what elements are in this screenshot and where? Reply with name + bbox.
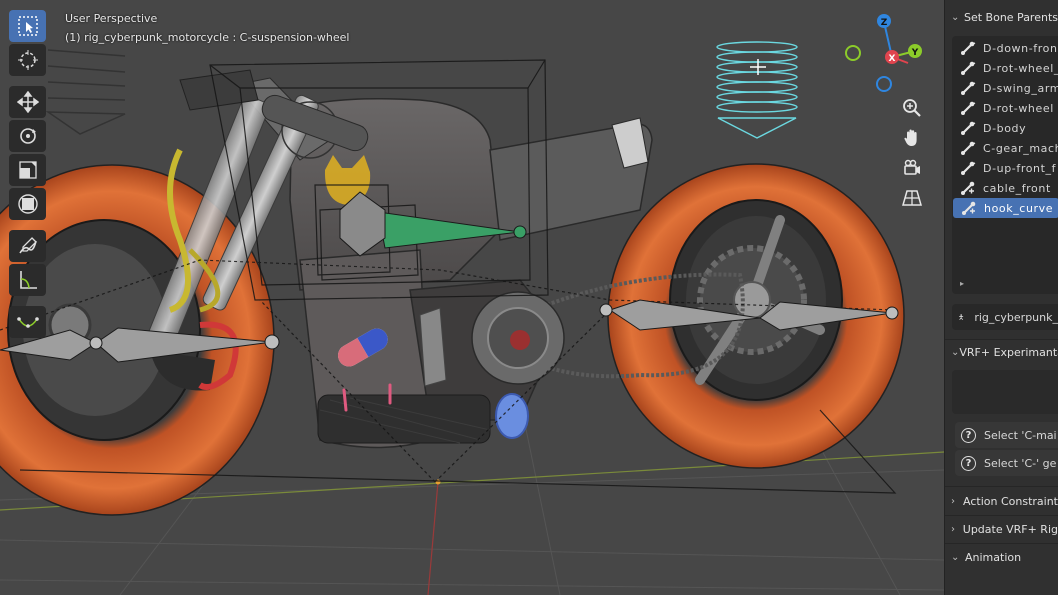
bone-list[interactable]: D-down-fron D-rot-wheel_ D-swing_arm D-rot-… xyxy=(952,36,1058,294)
gizmo-z-label: Z xyxy=(881,18,888,28)
action-constraints-header[interactable]: › Action Constraint xyxy=(945,487,1058,515)
bone-constraint-icon xyxy=(961,181,975,195)
chevron-right-icon: › xyxy=(951,524,955,535)
chevron-down-icon: ⌄ xyxy=(951,11,960,23)
measure-tool[interactable] xyxy=(9,264,46,296)
gizmo-x-label: X xyxy=(889,54,896,64)
custom-curve-tool[interactable] xyxy=(9,306,46,338)
axis-gizmo-icon: Z Y X xyxy=(845,14,922,92)
camera-view-button[interactable] xyxy=(898,154,926,182)
pan-button[interactable] xyxy=(898,124,926,152)
vrf-experimental-title: VRF+ Experimanta xyxy=(959,346,1058,359)
perspective-toggle-button[interactable] xyxy=(898,184,926,212)
cursor-tool[interactable] xyxy=(9,44,46,76)
bone-list-item-label: D-down-fron xyxy=(983,41,1058,55)
annotate-icon xyxy=(18,237,37,254)
zoom-button[interactable] xyxy=(898,94,926,122)
bone-constraint-icon xyxy=(962,201,976,215)
bone-icon xyxy=(961,161,976,175)
rotate-icon xyxy=(19,128,36,144)
bone-list-item[interactable]: D-down-fron xyxy=(952,38,1058,58)
bone-list-item-label: D-body xyxy=(983,121,1027,135)
transform-icon xyxy=(17,194,38,214)
armature-icon xyxy=(959,314,964,320)
rig-object-name: rig_cyberpunk_ xyxy=(974,310,1058,324)
bone-list-item[interactable]: D-swing_arm xyxy=(952,78,1058,98)
bone-list-item-label: D-rot-wheel xyxy=(983,101,1054,115)
bone-icon xyxy=(961,61,976,75)
set-bone-parents-title: Set Bone Parents xyxy=(963,10,1058,24)
rotate-tool[interactable] xyxy=(9,120,46,152)
curve-icon xyxy=(16,317,39,328)
chevron-down-icon: ⌄ xyxy=(951,552,960,563)
scale-icon xyxy=(18,161,37,179)
bone-list-item[interactable]: D-up-front_f xyxy=(952,158,1058,178)
bone-list-item[interactable]: D-rot-wheel xyxy=(952,98,1058,118)
zoom-icon xyxy=(903,99,921,117)
measure-icon xyxy=(19,271,37,289)
cursor-icon xyxy=(17,50,38,70)
animation-header[interactable]: ⌄ Animation xyxy=(945,544,1058,571)
viewport-perspective-label: User Perspective xyxy=(65,12,158,25)
bone-icon xyxy=(961,141,976,155)
bone-list-item-label: D-rot-wheel_ xyxy=(983,61,1058,75)
help-row-select-main[interactable]: ? Select 'C-mai xyxy=(955,422,1058,448)
move-icon xyxy=(16,91,39,113)
move-tool[interactable] xyxy=(9,86,46,118)
rig-object-field[interactable]: rig_cyberpunk_ xyxy=(952,304,1058,330)
hand-icon xyxy=(904,129,917,146)
bone-list-item-label: D-swing_arm xyxy=(983,81,1058,95)
bone-list-item-label: C-gear_mach xyxy=(983,141,1058,155)
annotate-tool[interactable] xyxy=(9,230,46,262)
bone-list-item[interactable]: D-body xyxy=(952,118,1058,138)
viewport-object-label: (1) rig_cyberpunk_motorcycle : C-suspens… xyxy=(65,31,350,44)
set-bone-parents-header[interactable]: ⌄ Set Bone Parents xyxy=(945,0,1058,34)
bone-list-item-label: cable_front xyxy=(983,181,1051,195)
bone-list-item-label: hook_curve xyxy=(984,201,1054,215)
update-rig-title: Update VRF+ Rig xyxy=(962,523,1058,536)
select-box-tool[interactable] xyxy=(9,10,46,42)
bone-icon xyxy=(961,41,976,55)
bone-list-item-label: D-up-front_f xyxy=(983,161,1057,175)
bone-list-item[interactable]: C-gear_mach xyxy=(952,138,1058,158)
animation-title: Animation xyxy=(965,551,1022,564)
vrf-experimental-box xyxy=(952,370,1058,414)
transform-tool[interactable] xyxy=(9,188,46,220)
select-box-icon xyxy=(17,16,38,36)
vrf-experimental-header[interactable]: ⌄ VRF+ Experimanta xyxy=(945,340,1058,365)
question-icon: ? xyxy=(961,455,976,471)
bone-icon xyxy=(961,121,976,135)
camera-icon xyxy=(904,159,920,175)
list-expand-icon[interactable]: ▸ xyxy=(960,279,964,288)
navigation-gizmo[interactable]: Z Y X xyxy=(838,10,928,94)
help-row-label: Select 'C-mai xyxy=(984,428,1057,442)
bone-icon xyxy=(961,101,976,115)
bone-list-item[interactable]: hook_curve xyxy=(953,198,1058,218)
bone-icon xyxy=(961,81,976,95)
properties-sidebar: ⌄ Set Bone Parents D-down-fron D-rot-whee… xyxy=(944,0,1058,595)
question-icon: ? xyxy=(961,427,976,443)
scene-render xyxy=(0,41,944,595)
chevron-down-icon: ⌄ xyxy=(951,347,960,358)
tool-shelf xyxy=(9,10,47,340)
help-row-label: Select 'C-' ge xyxy=(984,456,1057,470)
chevron-right-icon: › xyxy=(951,495,955,507)
update-rig-header[interactable]: › Update VRF+ Rig xyxy=(945,516,1058,543)
bone-list-item[interactable]: D-rot-wheel_ xyxy=(952,58,1058,78)
scale-tool[interactable] xyxy=(9,154,46,186)
3d-viewport[interactable]: User Perspective (1) rig_cyberpunk_motor… xyxy=(0,0,944,595)
gizmo-y-label: Y xyxy=(911,48,919,58)
grid-perspective-icon xyxy=(902,190,922,206)
action-constraints-title: Action Constraint xyxy=(963,494,1058,508)
help-row-select-gear[interactable]: ? Select 'C-' ge xyxy=(955,450,1058,476)
bone-list-item[interactable]: cable_front xyxy=(952,178,1058,198)
